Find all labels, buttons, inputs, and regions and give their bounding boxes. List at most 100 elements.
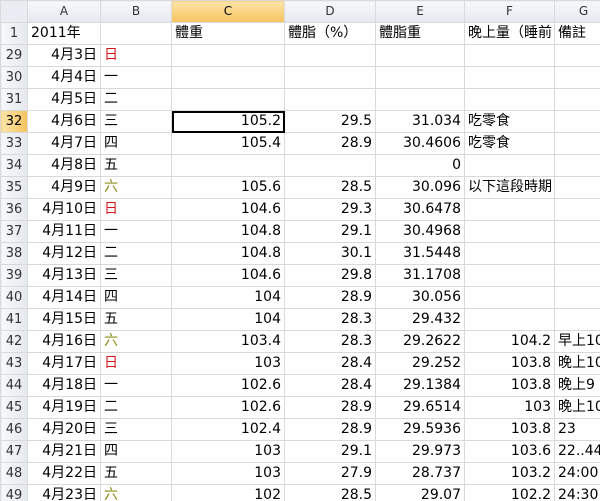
weekday-cell[interactable]: 一 <box>100 374 172 397</box>
night-weight-cell[interactable]: 吃零食 <box>464 132 555 155</box>
weekday-cell[interactable]: 日 <box>100 198 172 221</box>
bodyfat-pct-cell[interactable]: 29.5 <box>284 110 376 133</box>
weight-cell[interactable]: 103 <box>171 352 285 375</box>
weight-cell[interactable]: 104 <box>171 308 285 331</box>
night-weight-cell[interactable] <box>464 198 555 221</box>
bodyfat-pct-cell[interactable] <box>284 44 376 67</box>
bodyfat-weight-cell[interactable]: 31.5448 <box>375 242 465 265</box>
notes-cell[interactable] <box>554 88 600 111</box>
notes-cell[interactable]: 24:30 <box>554 484 600 501</box>
row-number[interactable]: 34 <box>0 154 28 177</box>
weight-cell[interactable]: 104.6 <box>171 198 285 221</box>
weekday-cell[interactable]: 日 <box>100 352 172 375</box>
column-header-a[interactable]: A <box>27 0 101 23</box>
bodyfat-weight-cell[interactable]: 31.1708 <box>375 264 465 287</box>
row-number[interactable]: 43 <box>0 352 28 375</box>
column-header-d[interactable]: D <box>284 0 376 23</box>
bodyfat-weight-cell[interactable]: 30.4606 <box>375 132 465 155</box>
column-header-b[interactable]: B <box>100 0 172 23</box>
night-weight-cell[interactable] <box>464 308 555 331</box>
date-cell[interactable]: 4月17日 <box>27 352 101 375</box>
date-cell[interactable]: 4月19日 <box>27 396 101 419</box>
bodyfat-pct-cell[interactable]: 28.3 <box>284 330 376 353</box>
weekday-cell[interactable]: 三 <box>100 264 172 287</box>
weekday-cell[interactable]: 二 <box>100 396 172 419</box>
bodyfat-pct-cell[interactable]: 29.1 <box>284 220 376 243</box>
select-all-corner[interactable] <box>0 0 28 23</box>
weekday-cell[interactable]: 四 <box>100 132 172 155</box>
night-weight-cell[interactable] <box>464 286 555 309</box>
row-number[interactable]: 32 <box>0 110 28 133</box>
date-cell[interactable]: 4月5日 <box>27 88 101 111</box>
row-number[interactable]: 42 <box>0 330 28 353</box>
notes-cell[interactable] <box>554 220 600 243</box>
bodyfat-weight-cell[interactable] <box>375 44 465 67</box>
weight-cell[interactable] <box>171 66 285 89</box>
weekday-cell[interactable]: 四 <box>100 440 172 463</box>
column-header-f[interactable]: F <box>464 0 555 23</box>
date-cell[interactable]: 4月18日 <box>27 374 101 397</box>
bodyfat-weight-cell[interactable]: 29.432 <box>375 308 465 331</box>
notes-cell[interactable]: 晚上10 <box>554 352 600 375</box>
notes-cell[interactable]: 23 <box>554 418 600 441</box>
bodyfat-weight-cell[interactable]: 29.1384 <box>375 374 465 397</box>
night-weight-cell[interactable]: 103.8 <box>464 374 555 397</box>
date-cell[interactable]: 4月20日 <box>27 418 101 441</box>
date-cell[interactable]: 4月11日 <box>27 220 101 243</box>
bodyfat-weight-cell[interactable]: 29.2622 <box>375 330 465 353</box>
header-bodyfat-weight-cell[interactable]: 體脂重 <box>375 22 465 45</box>
notes-cell[interactable]: 24:00 <box>554 462 600 485</box>
notes-cell[interactable] <box>554 286 600 309</box>
weekday-cell[interactable]: 日 <box>100 44 172 67</box>
row-number[interactable]: 33 <box>0 132 28 155</box>
night-weight-cell[interactable] <box>464 220 555 243</box>
header-year-cell[interactable]: 2011年 <box>27 22 101 45</box>
weekday-cell[interactable]: 六 <box>100 176 172 199</box>
night-weight-cell[interactable]: 104.2 <box>464 330 555 353</box>
row-number[interactable]: 37 <box>0 220 28 243</box>
bodyfat-weight-cell[interactable] <box>375 66 465 89</box>
notes-cell[interactable] <box>554 308 600 331</box>
bodyfat-pct-cell[interactable]: 27.9 <box>284 462 376 485</box>
bodyfat-weight-cell[interactable]: 29.07 <box>375 484 465 501</box>
notes-cell[interactable] <box>554 176 600 199</box>
bodyfat-pct-cell[interactable]: 28.9 <box>284 396 376 419</box>
weight-cell[interactable]: 102 <box>171 484 285 501</box>
date-cell[interactable]: 4月9日 <box>27 176 101 199</box>
date-cell[interactable]: 4月7日 <box>27 132 101 155</box>
weekday-cell[interactable]: 五 <box>100 308 172 331</box>
date-cell[interactable]: 4月16日 <box>27 330 101 353</box>
bodyfat-pct-cell[interactable]: 30.1 <box>284 242 376 265</box>
date-cell[interactable]: 4月6日 <box>27 110 101 133</box>
bodyfat-weight-cell[interactable]: 31.034 <box>375 110 465 133</box>
date-cell[interactable]: 4月15日 <box>27 308 101 331</box>
weight-cell[interactable]: 104 <box>171 286 285 309</box>
notes-cell[interactable]: 22..44 <box>554 440 600 463</box>
night-weight-cell[interactable] <box>464 264 555 287</box>
weekday-cell[interactable]: 三 <box>100 110 172 133</box>
notes-cell[interactable] <box>554 154 600 177</box>
row-number[interactable]: 35 <box>0 176 28 199</box>
bodyfat-weight-cell[interactable]: 29.6514 <box>375 396 465 419</box>
notes-cell[interactable] <box>554 110 600 133</box>
night-weight-cell[interactable]: 103.8 <box>464 418 555 441</box>
bodyfat-weight-cell[interactable]: 30.4968 <box>375 220 465 243</box>
bodyfat-pct-cell[interactable]: 28.3 <box>284 308 376 331</box>
row-number[interactable]: 38 <box>0 242 28 265</box>
weight-cell[interactable]: 105.2 <box>171 110 285 133</box>
notes-cell[interactable] <box>554 44 600 67</box>
row-number[interactable]: 49 <box>0 484 28 501</box>
weekday-cell[interactable]: 一 <box>100 220 172 243</box>
weight-cell[interactable]: 104.6 <box>171 264 285 287</box>
bodyfat-pct-cell[interactable]: 29.1 <box>284 440 376 463</box>
weight-cell[interactable]: 104.8 <box>171 242 285 265</box>
night-weight-cell[interactable] <box>464 44 555 67</box>
bodyfat-pct-cell[interactable]: 28.4 <box>284 374 376 397</box>
weight-cell[interactable]: 105.4 <box>171 132 285 155</box>
weight-cell[interactable]: 102.4 <box>171 418 285 441</box>
night-weight-cell[interactable]: 103.6 <box>464 440 555 463</box>
weight-cell[interactable]: 102.6 <box>171 396 285 419</box>
weight-cell[interactable]: 105.6 <box>171 176 285 199</box>
row-number[interactable]: 39 <box>0 264 28 287</box>
notes-cell[interactable] <box>554 242 600 265</box>
